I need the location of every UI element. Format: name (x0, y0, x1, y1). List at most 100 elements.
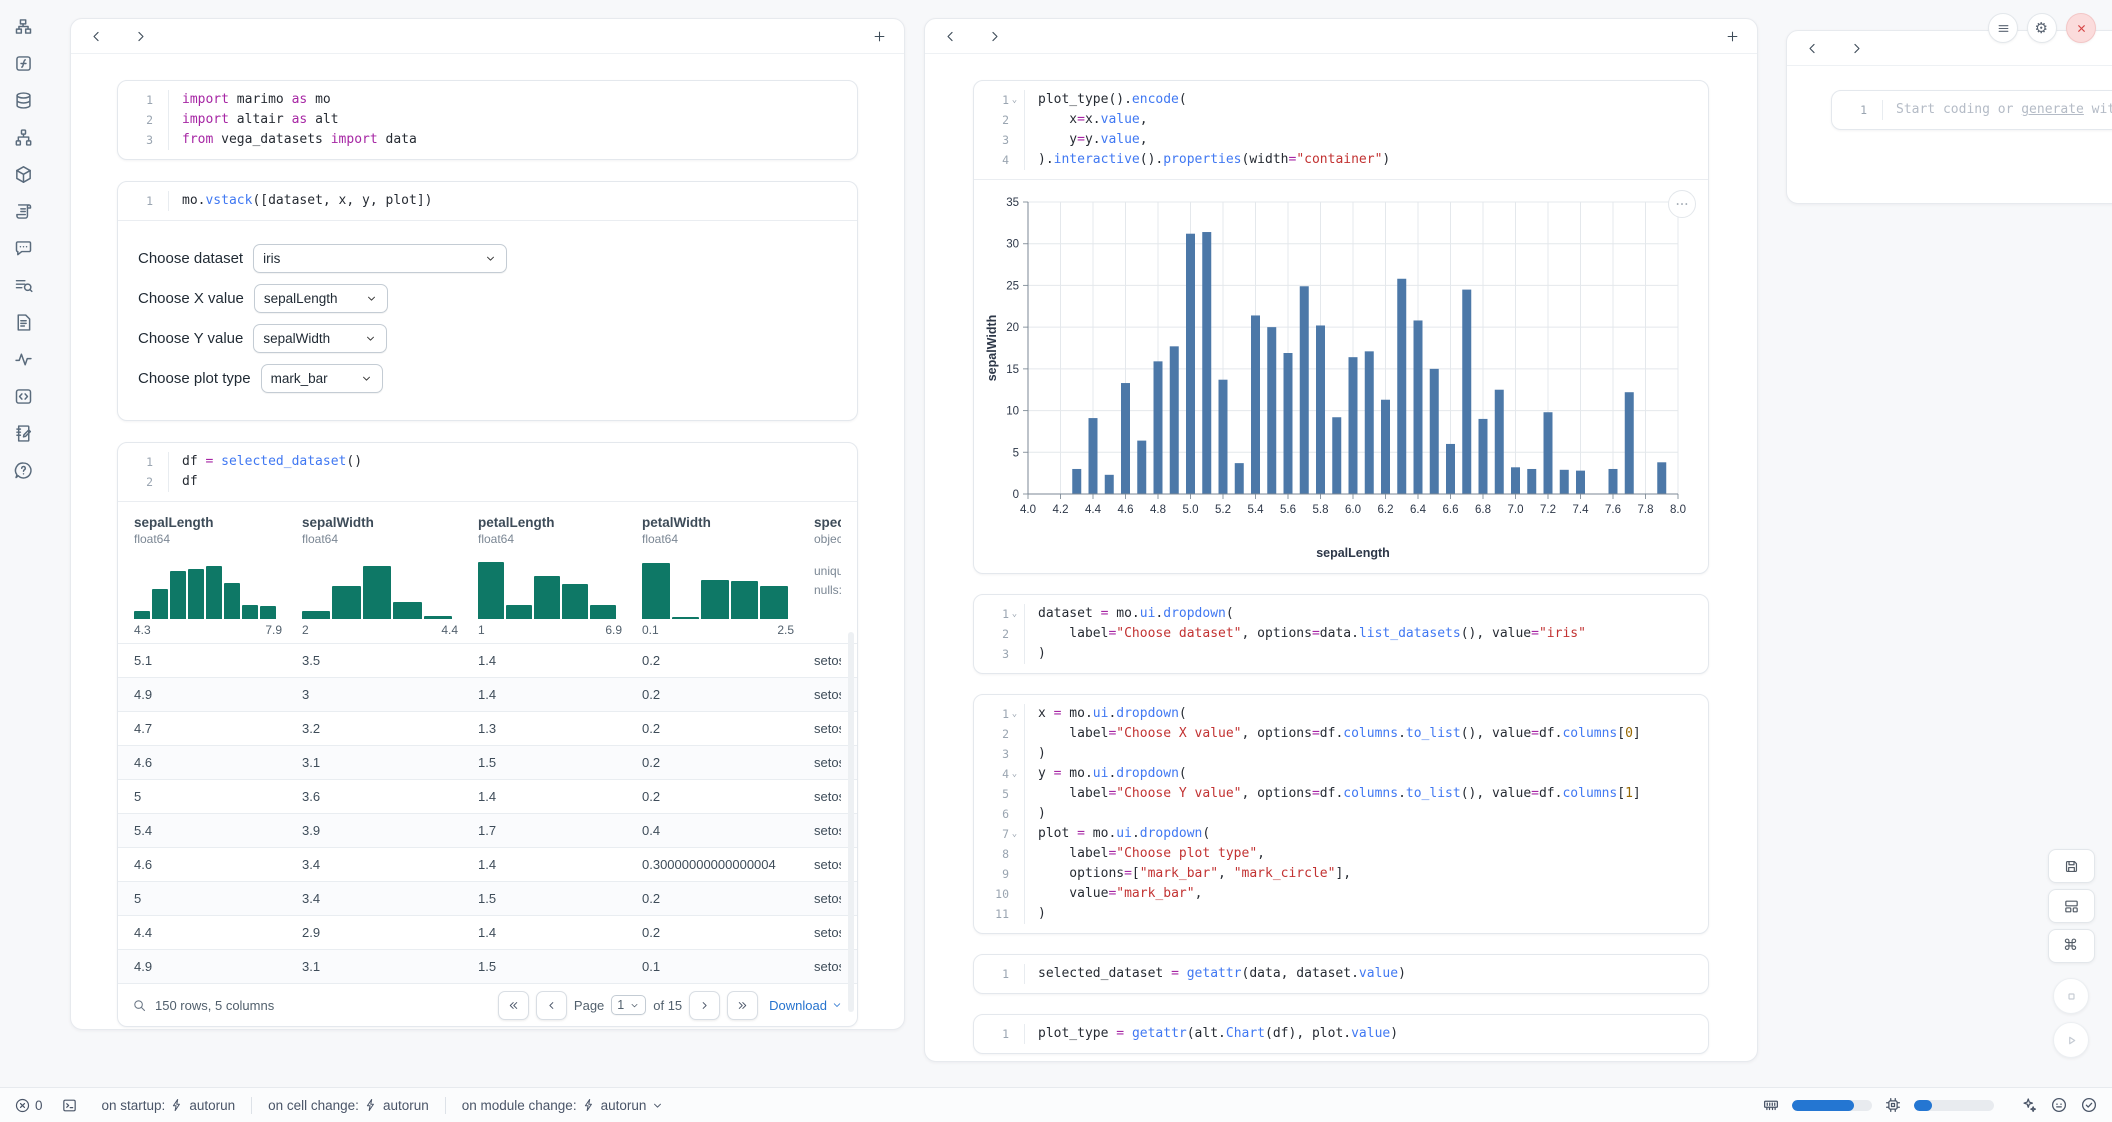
add-column-button[interactable] (1723, 27, 1741, 45)
sidebar-item-scratchpad[interactable] (13, 423, 35, 445)
errors-indicator[interactable]: 0 (14, 1097, 43, 1114)
scroll-left-button[interactable] (87, 27, 105, 45)
svg-text:5.4: 5.4 (1248, 504, 1265, 516)
fold-marker[interactable]: ⌄ (1009, 604, 1020, 624)
sidebar-item-logs[interactable] (13, 201, 35, 223)
code-editor[interactable]: 1plot_type = getattr(alt.Chart(df), plot… (974, 1015, 1708, 1053)
previous-page-button[interactable] (536, 991, 567, 1020)
column-header-petalLength[interactable]: petalLengthfloat6416.9 (478, 515, 642, 637)
next-page-button[interactable] (689, 991, 720, 1020)
code-editor[interactable]: 1import marimo as mo2import altair as al… (118, 81, 857, 159)
table-row[interactable]: 4.63.11.50.2setosa (118, 745, 857, 779)
svg-text:7.0: 7.0 (1508, 504, 1524, 516)
column-histogram (478, 559, 642, 619)
ai-assistant-button[interactable] (2020, 1096, 2038, 1114)
table-row[interactable]: 4.93.11.50.1setosa (118, 949, 857, 983)
choose-x-value-select[interactable]: sepalLength (254, 284, 388, 313)
on-cell-change-setting[interactable]: on cell change: autorun (268, 1098, 429, 1113)
sidebar-item-marimo-file[interactable] (13, 53, 35, 75)
shutdown-button[interactable] (2066, 13, 2096, 43)
choose-y-value-select[interactable]: sepalWidth (253, 324, 387, 353)
sidebar-item-snippets[interactable] (13, 386, 35, 408)
table-scrollbar[interactable] (848, 632, 854, 1012)
fold-marker[interactable]: ⌄ (1009, 764, 1020, 784)
choose-plot-type-select[interactable]: mark_bar (261, 364, 383, 393)
runtime-config-button[interactable] (2050, 1096, 2068, 1114)
table-row[interactable]: 4.42.91.40.2setosa (118, 915, 857, 949)
download-button[interactable]: Download (769, 998, 843, 1013)
sidebar-item-datasources[interactable] (13, 90, 35, 112)
table-row[interactable]: 53.41.50.2setosa (118, 881, 857, 915)
table-row[interactable]: 5.13.51.40.2setosa (118, 643, 857, 677)
notebook-menu-button[interactable] (1988, 13, 2018, 43)
table-cell: 1.5 (478, 891, 642, 906)
stop-button[interactable] (2053, 978, 2089, 1014)
fold-marker[interactable]: ⌄ (1009, 824, 1020, 844)
table-cell: 5.4 (134, 823, 302, 838)
line-number: 9 (1002, 864, 1009, 884)
svg-text:10: 10 (1006, 406, 1019, 418)
sidebar-item-feedback[interactable] (13, 460, 35, 482)
choose-dataset-select[interactable]: iris (253, 244, 507, 273)
code-editor[interactable]: 1⌄x = mo.ui.dropdown(2 label="Choose X v… (974, 695, 1708, 933)
last-page-button[interactable] (727, 991, 758, 1020)
column-header-sepalLength[interactable]: sepalLengthfloat644.37.9 (134, 515, 302, 637)
chart-actions-button[interactable] (1668, 190, 1696, 218)
layout-toggle-button[interactable] (2048, 889, 2095, 923)
table-cell: 3.1 (302, 959, 478, 974)
run-mode-label: on cell change: (268, 1098, 359, 1113)
line-number: 1 (1002, 1024, 1009, 1044)
svg-text:5.8: 5.8 (1313, 504, 1329, 516)
empty-code-cell[interactable]: 1 Start coding or generate with AI (1831, 90, 2112, 130)
connection-status-button[interactable] (2080, 1096, 2098, 1114)
fold-marker[interactable]: ⌄ (1009, 90, 1020, 110)
column-header-petalWidth[interactable]: petalWidthfloat640.12.5 (642, 515, 814, 637)
scroll-left-button[interactable] (1803, 39, 1821, 57)
code-editor[interactable]: 1⌄dataset = mo.ui.dropdown(2 label="Choo… (974, 595, 1708, 673)
code-placeholder[interactable]: Start coding or generate with AI (1883, 100, 2112, 120)
column-header-sepalWidth[interactable]: sepalWidthfloat6424.4 (302, 515, 478, 637)
on-module-change-setting[interactable]: on module change: autorun (462, 1098, 665, 1113)
scroll-right-button[interactable] (131, 27, 149, 45)
chevron-right-icon (1849, 41, 1864, 56)
sidebar-item-chat[interactable] (13, 238, 35, 260)
code-editor[interactable]: 1⌄plot_type().encode(2 x=x.value,3 y=y.v… (974, 81, 1708, 179)
settings-button[interactable]: ⚙ (2027, 13, 2057, 43)
sidebar-item-packages[interactable] (13, 164, 35, 186)
table-row[interactable]: 4.931.40.2setosa (118, 677, 857, 711)
sidebar-item-file-explorer[interactable] (13, 16, 35, 38)
terminal-button[interactable] (61, 1097, 78, 1114)
table-row[interactable]: 5.43.91.70.4setosa (118, 813, 857, 847)
sidebar-item-documentation[interactable] (13, 312, 35, 334)
column-header-species[interactable]: speciesobjectunique:nulls: (814, 515, 841, 637)
scroll-right-button[interactable] (1847, 39, 1865, 57)
run-button[interactable] (2053, 1022, 2089, 1058)
table-row[interactable]: 4.73.21.30.2setosa (118, 711, 857, 745)
on-startup-setting[interactable]: on startup: autorun (102, 1098, 236, 1113)
add-column-button[interactable] (870, 27, 888, 45)
generate-with-ai-link[interactable]: generate (2021, 102, 2084, 117)
table-row[interactable]: 4.63.41.40.30000000000000004setosa (118, 847, 857, 881)
scroll-left-button[interactable] (941, 27, 959, 45)
code-editor[interactable]: 1df = selected_dataset()2df (118, 443, 857, 501)
save-button[interactable] (2048, 849, 2095, 883)
line-number: 1 (1860, 100, 1867, 120)
page-select[interactable]: 1 (611, 995, 646, 1015)
table-cell: 0.2 (642, 891, 814, 906)
line-number: 1 (146, 452, 153, 472)
altair-chart-output[interactable]: 4.04.24.44.64.85.05.25.45.65.86.06.26.46… (974, 179, 1708, 573)
fold-marker[interactable]: ⌄ (1009, 704, 1020, 724)
table-search-button[interactable] (132, 998, 147, 1013)
bar-chart[interactable]: 4.04.24.44.64.85.05.25.45.65.86.06.26.46… (984, 192, 1696, 564)
table-row[interactable]: 53.61.40.2setosa (118, 779, 857, 813)
code-cell-plot-type: 1plot_type = getattr(alt.Chart(df), plot… (973, 1014, 1709, 1054)
code-editor[interactable]: 1mo.vstack([dataset, x, y, plot]) (118, 182, 857, 220)
code-editor[interactable]: 1selected_dataset = getattr(data, datase… (974, 955, 1708, 993)
file-explorer-icon (13, 16, 34, 37)
sidebar-item-tracing[interactable] (13, 349, 35, 371)
sidebar-item-dependency-graph[interactable] (13, 127, 35, 149)
first-page-button[interactable] (498, 991, 529, 1020)
scroll-right-button[interactable] (985, 27, 1003, 45)
sidebar-item-outline[interactable] (13, 275, 35, 297)
command-palette-button[interactable]: ⌘ (2048, 929, 2095, 963)
